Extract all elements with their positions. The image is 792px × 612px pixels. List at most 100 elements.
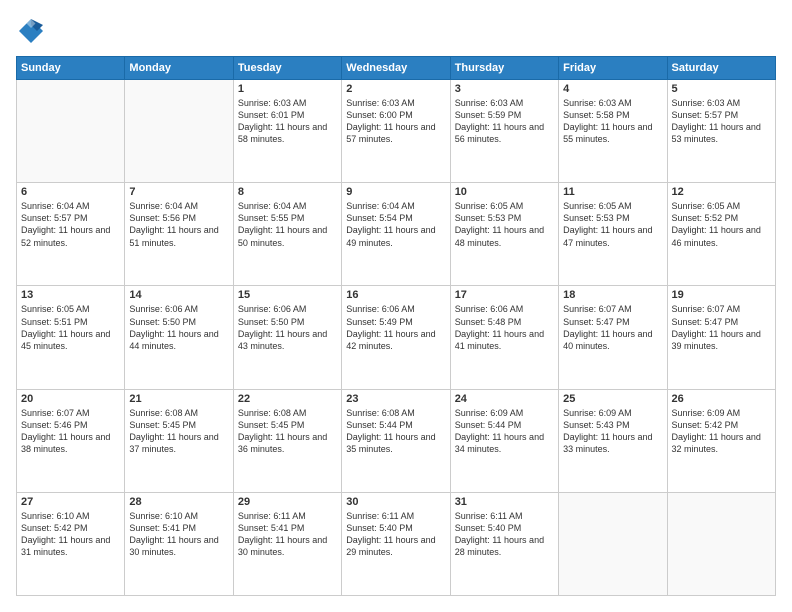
weekday-header-monday: Monday	[125, 57, 233, 80]
calendar-cell: 15 Sunrise: 6:06 AM Sunset: 5:50 PM Dayli…	[233, 286, 341, 389]
day-number: 27	[21, 496, 120, 508]
calendar-cell: 26 Sunrise: 6:09 AM Sunset: 5:42 PM Dayli…	[667, 389, 775, 492]
cell-info: Sunrise: 6:03 AM Sunset: 5:59 PM Dayligh…	[455, 97, 554, 146]
cell-info: Sunrise: 6:05 AM Sunset: 5:52 PM Dayligh…	[672, 200, 771, 249]
day-number: 3	[455, 83, 554, 95]
cell-info: Sunrise: 6:06 AM Sunset: 5:49 PM Dayligh…	[346, 303, 445, 352]
calendar-week-1: 1 Sunrise: 6:03 AM Sunset: 6:01 PM Daylig…	[17, 80, 776, 183]
day-number: 30	[346, 496, 445, 508]
day-number: 11	[563, 186, 662, 198]
calendar-cell: 11 Sunrise: 6:05 AM Sunset: 5:53 PM Dayli…	[559, 183, 667, 286]
day-number: 13	[21, 289, 120, 301]
calendar-cell	[559, 492, 667, 595]
calendar-cell: 19Sunrise: 6:07 AM Sunset: 5:47 PM Dayli…	[667, 286, 775, 389]
day-number: 22	[238, 393, 337, 405]
calendar-cell: 9Sunrise: 6:04 AM Sunset: 5:54 PM Daylig…	[342, 183, 450, 286]
calendar-cell: 31Sunrise: 6:11 AM Sunset: 5:40 PM Dayli…	[450, 492, 558, 595]
day-number: 14	[129, 289, 228, 301]
calendar-cell: 7 Sunrise: 6:04 AM Sunset: 5:56 PM Daylig…	[125, 183, 233, 286]
cell-info: Sunrise: 6:09 AM Sunset: 5:44 PM Dayligh…	[455, 407, 554, 456]
day-number: 12	[672, 186, 771, 198]
day-number: 7	[129, 186, 228, 198]
cell-info: Sunrise: 6:05 AM Sunset: 5:51 PM Dayligh…	[21, 303, 120, 352]
cell-info: Sunrise: 6:07 AM Sunset: 5:47 PM Dayligh…	[563, 303, 662, 352]
day-number: 5	[672, 83, 771, 95]
cell-info: Sunrise: 6:04 AM Sunset: 5:55 PM Dayligh…	[238, 200, 337, 249]
weekday-header-wednesday: Wednesday	[342, 57, 450, 80]
day-number: 10	[455, 186, 554, 198]
cell-info: Sunrise: 6:04 AM Sunset: 5:57 PM Dayligh…	[21, 200, 120, 249]
cell-info: Sunrise: 6:03 AM Sunset: 6:00 PM Dayligh…	[346, 97, 445, 146]
page: SundayMondayTuesdayWednesdayThursdayFrid…	[0, 0, 792, 612]
cell-info: Sunrise: 6:06 AM Sunset: 5:50 PM Dayligh…	[238, 303, 337, 352]
logo	[16, 16, 50, 46]
cell-info: Sunrise: 6:11 AM Sunset: 5:41 PM Dayligh…	[238, 510, 337, 559]
calendar-cell: 30 Sunrise: 6:11 AM Sunset: 5:40 PM Dayli…	[342, 492, 450, 595]
calendar-week-4: 20 Sunrise: 6:07 AM Sunset: 5:46 PM Dayli…	[17, 389, 776, 492]
cell-info: Sunrise: 6:04 AM Sunset: 5:56 PM Dayligh…	[129, 200, 228, 249]
calendar-cell: 12 Sunrise: 6:05 AM Sunset: 5:52 PM Dayli…	[667, 183, 775, 286]
cell-info: Sunrise: 6:03 AM Sunset: 5:58 PM Dayligh…	[563, 97, 662, 146]
weekday-header-row: SundayMondayTuesdayWednesdayThursdayFrid…	[17, 57, 776, 80]
calendar-cell: 5 Sunrise: 6:03 AM Sunset: 5:57 PM Daylig…	[667, 80, 775, 183]
calendar-cell	[17, 80, 125, 183]
cell-info: Sunrise: 6:08 AM Sunset: 5:45 PM Dayligh…	[129, 407, 228, 456]
day-number: 26	[672, 393, 771, 405]
day-number: 4	[563, 83, 662, 95]
calendar-cell: 22 Sunrise: 6:08 AM Sunset: 5:45 PM Dayli…	[233, 389, 341, 492]
logo-icon	[16, 16, 46, 46]
calendar-cell: 6 Sunrise: 6:04 AM Sunset: 5:57 PM Daylig…	[17, 183, 125, 286]
calendar-cell: 3 Sunrise: 6:03 AM Sunset: 5:59 PM Daylig…	[450, 80, 558, 183]
cell-info: Sunrise: 6:04 AM Sunset: 5:54 PM Dayligh…	[346, 200, 445, 249]
cell-info: Sunrise: 6:07 AM Sunset: 5:47 PM Dayligh…	[672, 303, 771, 352]
calendar-cell: 27Sunrise: 6:10 AM Sunset: 5:42 PM Dayli…	[17, 492, 125, 595]
cell-info: Sunrise: 6:07 AM Sunset: 5:46 PM Dayligh…	[21, 407, 120, 456]
day-number: 2	[346, 83, 445, 95]
cell-info: Sunrise: 6:11 AM Sunset: 5:40 PM Dayligh…	[455, 510, 554, 559]
cell-info: Sunrise: 6:03 AM Sunset: 5:57 PM Dayligh…	[672, 97, 771, 146]
weekday-header-sunday: Sunday	[17, 57, 125, 80]
cell-info: Sunrise: 6:09 AM Sunset: 5:43 PM Dayligh…	[563, 407, 662, 456]
day-number: 6	[21, 186, 120, 198]
calendar-cell: 28Sunrise: 6:10 AM Sunset: 5:41 PM Dayli…	[125, 492, 233, 595]
cell-info: Sunrise: 6:09 AM Sunset: 5:42 PM Dayligh…	[672, 407, 771, 456]
calendar-cell	[125, 80, 233, 183]
calendar-cell: 20 Sunrise: 6:07 AM Sunset: 5:46 PM Dayli…	[17, 389, 125, 492]
header	[16, 16, 776, 46]
calendar-cell: 18 Sunrise: 6:07 AM Sunset: 5:47 PM Dayli…	[559, 286, 667, 389]
day-number: 24	[455, 393, 554, 405]
day-number: 20	[21, 393, 120, 405]
calendar-cell: 25 Sunrise: 6:09 AM Sunset: 5:43 PM Dayli…	[559, 389, 667, 492]
cell-info: Sunrise: 6:11 AM Sunset: 5:40 PM Dayligh…	[346, 510, 445, 559]
calendar-cell: 29Sunrise: 6:11 AM Sunset: 5:41 PM Dayli…	[233, 492, 341, 595]
cell-info: Sunrise: 6:05 AM Sunset: 5:53 PM Dayligh…	[563, 200, 662, 249]
cell-info: Sunrise: 6:05 AM Sunset: 5:53 PM Dayligh…	[455, 200, 554, 249]
calendar-table: SundayMondayTuesdayWednesdayThursdayFrid…	[16, 56, 776, 596]
day-number: 18	[563, 289, 662, 301]
calendar-cell	[667, 492, 775, 595]
calendar-week-5: 27Sunrise: 6:10 AM Sunset: 5:42 PM Dayli…	[17, 492, 776, 595]
day-number: 1	[238, 83, 337, 95]
weekday-header-tuesday: Tuesday	[233, 57, 341, 80]
calendar-week-3: 13 Sunrise: 6:05 AM Sunset: 5:51 PM Dayli…	[17, 286, 776, 389]
day-number: 17	[455, 289, 554, 301]
day-number: 21	[129, 393, 228, 405]
day-number: 15	[238, 289, 337, 301]
day-number: 23	[346, 393, 445, 405]
cell-info: Sunrise: 6:03 AM Sunset: 6:01 PM Dayligh…	[238, 97, 337, 146]
day-number: 28	[129, 496, 228, 508]
cell-info: Sunrise: 6:06 AM Sunset: 5:50 PM Dayligh…	[129, 303, 228, 352]
calendar-cell: 16Sunrise: 6:06 AM Sunset: 5:49 PM Dayli…	[342, 286, 450, 389]
calendar-cell: 13 Sunrise: 6:05 AM Sunset: 5:51 PM Dayli…	[17, 286, 125, 389]
calendar-cell: 24 Sunrise: 6:09 AM Sunset: 5:44 PM Dayli…	[450, 389, 558, 492]
calendar-cell: 10 Sunrise: 6:05 AM Sunset: 5:53 PM Dayli…	[450, 183, 558, 286]
cell-info: Sunrise: 6:08 AM Sunset: 5:45 PM Dayligh…	[238, 407, 337, 456]
weekday-header-thursday: Thursday	[450, 57, 558, 80]
cell-info: Sunrise: 6:06 AM Sunset: 5:48 PM Dayligh…	[455, 303, 554, 352]
calendar-cell: 1 Sunrise: 6:03 AM Sunset: 6:01 PM Daylig…	[233, 80, 341, 183]
weekday-header-saturday: Saturday	[667, 57, 775, 80]
calendar-cell: 4 Sunrise: 6:03 AM Sunset: 5:58 PM Daylig…	[559, 80, 667, 183]
weekday-header-friday: Friday	[559, 57, 667, 80]
calendar-cell: 14 Sunrise: 6:06 AM Sunset: 5:50 PM Dayli…	[125, 286, 233, 389]
day-number: 25	[563, 393, 662, 405]
